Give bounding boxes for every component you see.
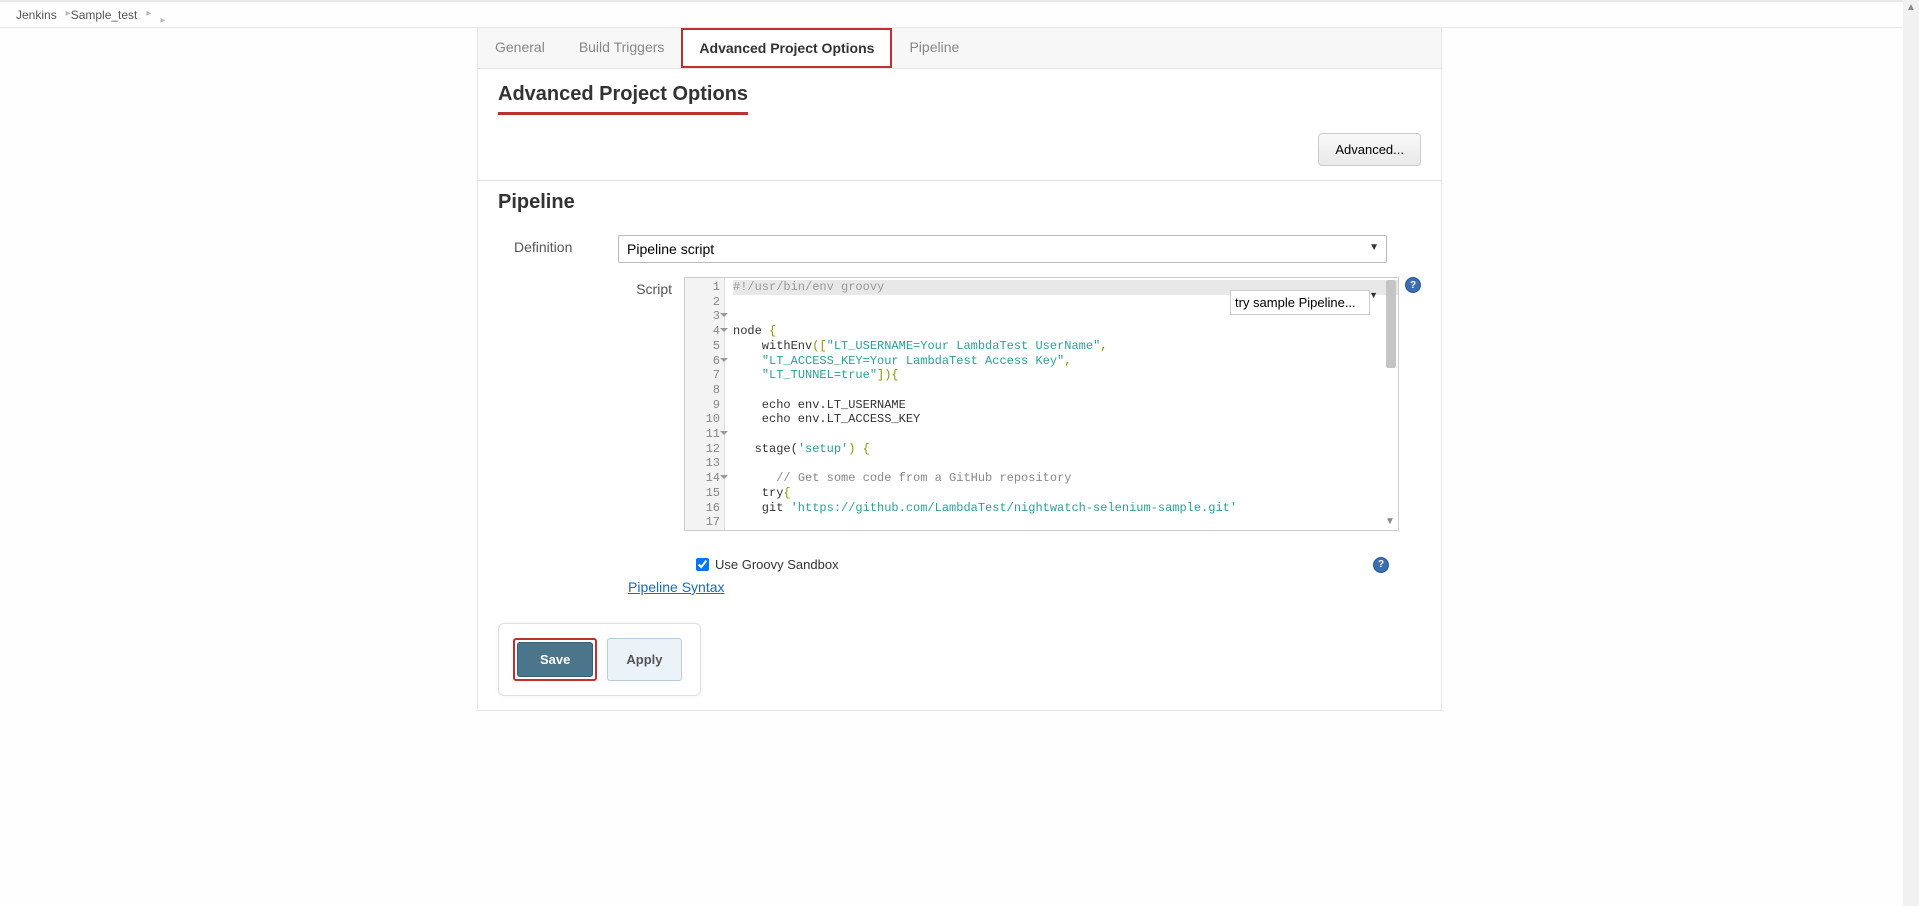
- apo-heading: Advanced Project Options: [498, 83, 1421, 106]
- help-icon[interactable]: ?: [1373, 557, 1389, 573]
- breadcrumb: Jenkins Sample_test: [0, 0, 1919, 28]
- sandbox-row: Use Groovy Sandbox ?: [498, 545, 1421, 579]
- breadcrumb-jenkins[interactable]: Jenkins: [16, 8, 71, 22]
- config-panel: General Build Triggers Advanced Project …: [477, 28, 1442, 711]
- tab-advanced-project-options[interactable]: Advanced Project Options: [681, 28, 892, 68]
- definition-label: Definition: [498, 235, 618, 255]
- editor-scrollbar[interactable]: [1386, 280, 1396, 368]
- page-scrollbar[interactable]: ▲: [1903, 0, 1919, 906]
- tab-build-triggers[interactable]: Build Triggers: [562, 28, 682, 68]
- advanced-project-options-section: Advanced Project Options Advanced...: [478, 69, 1441, 181]
- groovy-sandbox-label: Use Groovy Sandbox: [715, 557, 839, 572]
- pipeline-heading: Pipeline: [498, 191, 1421, 214]
- editor-gutter: 1 2 3 4 5 6 7 8 9 10 11 12 13 14: [685, 278, 725, 530]
- definition-select[interactable]: Pipeline script: [618, 235, 1387, 263]
- breadcrumb-job[interactable]: Sample_test: [71, 8, 152, 22]
- pipeline-section: Pipeline Definition Pipeline script Scri…: [478, 181, 1441, 710]
- tab-pipeline[interactable]: Pipeline: [892, 28, 976, 68]
- editor-scroll-down-icon[interactable]: ▼: [1384, 516, 1396, 528]
- code-area[interactable]: #!/usr/bin/env groovy node { withEnv(["L…: [725, 278, 1398, 528]
- script-editor[interactable]: 1 2 3 4 5 6 7 8 9 10 11 12 13 14: [684, 277, 1399, 531]
- save-button[interactable]: Save: [517, 642, 593, 677]
- bottom-bar: Save Apply: [498, 623, 701, 696]
- help-icon[interactable]: ?: [1405, 277, 1421, 293]
- tabs: General Build Triggers Advanced Project …: [478, 28, 1441, 69]
- scroll-up-icon[interactable]: ▲: [1903, 0, 1919, 16]
- pipeline-syntax-link[interactable]: Pipeline Syntax: [498, 579, 725, 595]
- apply-button[interactable]: Apply: [607, 638, 681, 681]
- script-label: Script: [498, 277, 684, 297]
- groovy-sandbox-checkbox[interactable]: [696, 558, 709, 571]
- heading-underline: [498, 112, 748, 115]
- sample-pipeline-select[interactable]: try sample Pipeline...: [1230, 290, 1370, 315]
- definition-row: Definition Pipeline script: [498, 235, 1421, 263]
- tab-general[interactable]: General: [478, 28, 562, 68]
- advanced-button[interactable]: Advanced...: [1318, 133, 1421, 166]
- script-row: Script 1 2 3 4 5 6 7 8 9 10 11: [498, 277, 1421, 531]
